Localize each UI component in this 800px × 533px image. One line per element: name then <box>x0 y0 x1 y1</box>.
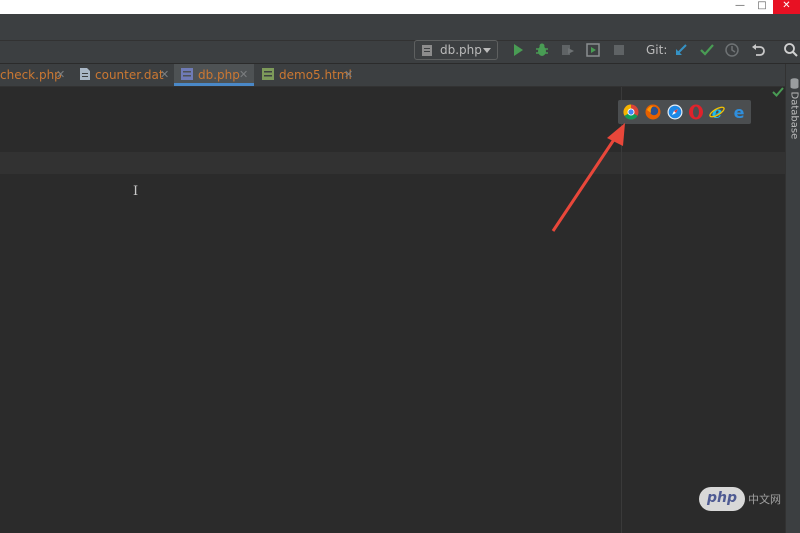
tab-label: check.php <box>0 68 62 82</box>
html-file-icon <box>262 68 274 80</box>
run-configuration-label: db.php <box>440 43 482 57</box>
watermark-logo-text: php <box>706 490 737 506</box>
window-title-bar <box>0 0 800 14</box>
close-icon: ✕ <box>782 0 791 11</box>
tab-demo5-html[interactable]: demo5.html ✕ <box>256 64 360 86</box>
php-file-icon <box>181 68 193 80</box>
database-label: Database <box>788 91 800 140</box>
inspection-ok-icon[interactable] <box>772 86 784 98</box>
maximize-icon: □ <box>757 0 767 11</box>
watermark-suffix: 中文网 <box>748 493 781 506</box>
internet-explorer-icon[interactable]: e <box>709 104 725 120</box>
tab-label: counter.dat <box>95 68 164 82</box>
vcs-history-icon[interactable] <box>724 42 740 58</box>
active-tab-indicator <box>174 83 254 86</box>
toolbar-divider <box>0 40 800 41</box>
profile-icon[interactable] <box>585 42 601 58</box>
minimize-icon: — <box>735 0 745 11</box>
firefox-icon[interactable] <box>645 104 661 120</box>
close-window-button[interactable]: ✕ <box>773 0 800 14</box>
annotation-arrow <box>551 123 625 232</box>
database-icon <box>790 78 799 89</box>
php-file-icon <box>422 45 432 56</box>
safari-icon[interactable] <box>667 104 683 120</box>
stop-icon[interactable] <box>611 42 627 58</box>
run-icon[interactable] <box>510 42 526 58</box>
vcs-commit-icon[interactable] <box>699 42 715 58</box>
current-line-highlight <box>0 152 785 174</box>
tab-label: db.php <box>198 68 240 82</box>
coverage-icon[interactable] <box>560 42 576 58</box>
text-file-icon <box>80 68 90 80</box>
search-icon[interactable] <box>783 42 799 58</box>
tab-label: demo5.html <box>279 68 352 82</box>
minimize-button[interactable]: — <box>729 0 751 14</box>
main-toolbar <box>0 14 800 40</box>
text-cursor-icon: I <box>133 184 139 199</box>
tab-counter-dat[interactable]: counter.dat ✕ <box>74 64 172 86</box>
watermark-logo: php <box>699 487 745 511</box>
chevron-down-icon <box>483 48 491 53</box>
opera-icon[interactable] <box>688 104 704 120</box>
git-label: Git: <box>646 43 668 57</box>
edge-icon[interactable]: e <box>731 104 747 120</box>
run-configuration-select[interactable]: db.php <box>414 40 498 60</box>
svg-text:e: e <box>734 104 745 120</box>
close-tab-icon[interactable]: ✕ <box>56 68 65 81</box>
debug-icon[interactable] <box>534 42 550 58</box>
tab-check-php[interactable]: check.php ✕ <box>0 64 72 86</box>
close-tab-icon[interactable]: ✕ <box>239 68 248 81</box>
tab-db-php[interactable]: db.php ✕ <box>174 64 254 86</box>
revert-icon[interactable] <box>750 42 766 58</box>
database-tool-window-button[interactable]: Database <box>787 78 800 140</box>
svg-text:e: e <box>712 104 722 120</box>
close-tab-icon[interactable]: ✕ <box>344 68 353 81</box>
maximize-button[interactable]: □ <box>751 0 773 14</box>
vcs-update-icon[interactable] <box>673 42 689 58</box>
close-tab-icon[interactable]: ✕ <box>160 68 169 81</box>
